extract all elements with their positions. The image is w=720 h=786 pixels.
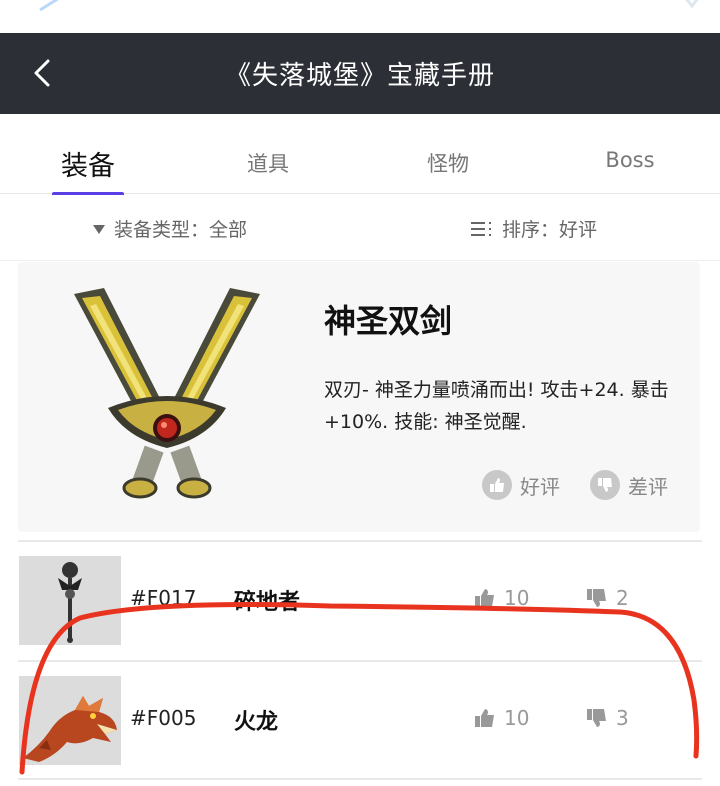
like-count: 10 — [504, 706, 530, 730]
thumbs-down-icon — [587, 589, 606, 607]
row-divider — [18, 540, 702, 542]
equipment-type-filter-label: 装备类型：全部 — [114, 219, 248, 241]
featured-item-name: 神圣双剑 — [324, 302, 453, 340]
status-strip — [0, 0, 720, 33]
equipment-type-filter[interactable]: 装备类型：全部 — [92, 215, 247, 242]
staff-icon — [19, 556, 121, 645]
item-name: 火龙 — [234, 710, 279, 735]
item-code: #F005 — [130, 706, 197, 730]
thumbs-up-icon — [475, 589, 494, 607]
twin-swords-icon — [74, 288, 260, 499]
item-code: #F017 — [130, 586, 197, 610]
like-label: 好评 — [520, 474, 560, 499]
dislike-label: 差评 — [628, 474, 668, 499]
status-mark-right-icon — [685, 0, 699, 8]
sort-list-icon — [471, 221, 491, 236]
thumbs-up-icon — [482, 470, 512, 500]
featured-item-description: 双刃- 神圣力量喷涌而出! 攻击+24. 暴击+10%. 技能: 神圣觉醒. — [324, 379, 669, 433]
triangle-down-icon — [93, 224, 105, 234]
thumbs-down-icon — [587, 709, 606, 727]
thumbs-down-icon — [590, 470, 620, 500]
sort-filter[interactable]: 排序：好评 — [470, 215, 597, 242]
tab-equipment[interactable]: 装备 — [52, 144, 124, 184]
like-button[interactable]: 好评 — [482, 470, 560, 500]
dislike-count: 2 — [616, 586, 629, 610]
thumbs-up-icon — [475, 709, 494, 727]
tab-items[interactable]: 道具 — [228, 148, 308, 188]
status-mark-icon — [39, 0, 59, 12]
item-dislike-count[interactable]: 3 — [586, 706, 629, 730]
dislike-button[interactable]: 差评 — [590, 470, 668, 500]
item-like-count[interactable]: 10 — [474, 586, 529, 610]
tab-monsters[interactable]: 怪物 — [408, 148, 488, 188]
app-bar: 《失落城堡》宝藏手册 — [0, 33, 720, 114]
featured-item-card[interactable]: 神圣双剑 双刃- 神圣力量喷涌而出! 攻击+24. 暴击+10%. 技能: 神圣… — [18, 262, 700, 532]
tab-boss[interactable]: Boss — [590, 148, 670, 188]
list-item[interactable]: #F017 碎地者 10 2 — [0, 540, 720, 660]
page-title: 《失落城堡》宝藏手册 — [224, 61, 495, 91]
list-item[interactable]: #F005 火龙 10 3 — [0, 660, 720, 780]
row-divider — [18, 778, 702, 780]
item-like-count[interactable]: 10 — [474, 706, 529, 730]
item-name: 碎地者 — [234, 590, 301, 615]
fire-dragon-icon — [19, 676, 121, 765]
dislike-count: 3 — [616, 706, 629, 730]
category-tabs: 装备 道具 怪物 Boss — [0, 114, 720, 197]
filter-bar: 装备类型：全部 排序：好评 — [0, 195, 720, 261]
item-dislike-count[interactable]: 2 — [586, 586, 629, 610]
sort-filter-label: 排序：好评 — [502, 219, 598, 241]
like-count: 10 — [504, 586, 530, 610]
row-divider — [18, 660, 702, 662]
